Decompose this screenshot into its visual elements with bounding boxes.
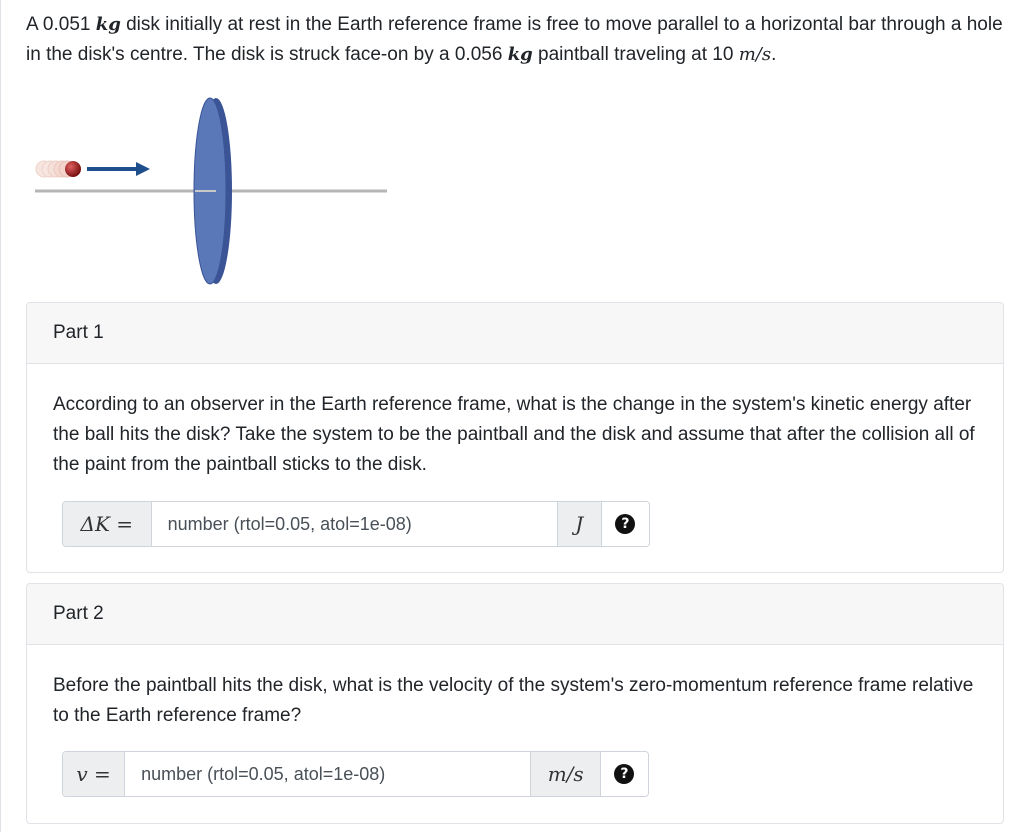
part-1-question: According to an observer in the Earth re… [53,394,975,475]
paintball-disk-figure [35,97,387,285]
intro-text-4: . [771,44,777,65]
delta-k-input[interactable] [151,502,557,546]
page-border [0,0,1,832]
paintball [65,161,81,177]
velocity-arrow-head [136,162,150,176]
delta-k-label: ΔK = [63,502,152,546]
unit-meters-per-second: m/s [530,752,600,796]
question-mark-icon: ? [614,764,635,784]
velocity-input[interactable] [125,752,531,796]
intro-text-1: A 0.051 [26,14,96,35]
part-2-card: Part 2 Before the paintball hits the dis… [26,583,1004,824]
unit-kg: kg [507,44,533,65]
part-2-help-button[interactable]: ? [599,752,648,796]
part-2-question: Before the paintball hits the disk, what… [53,675,974,726]
intro-text-3: paintball traveling at 10 [532,44,739,65]
question-mark-icon: ? [615,514,636,534]
part-2-answer-group: v = m/s ? [62,751,649,797]
part-1-help-button[interactable]: ? [600,502,649,546]
part-1-card: Part 1 According to an observer in the E… [26,302,1004,573]
part-1-header: Part 1 [27,303,1003,364]
velocity-label: v = [63,752,126,796]
unit-joule: J [556,502,601,546]
problem-statement: A 0.051 kg disk initially at rest in the… [26,10,1016,70]
unit-mps: m/s [738,44,772,65]
unit-kg: kg [95,14,121,35]
part-1-answer-group: ΔK = J ? [62,501,650,547]
part-2-header: Part 2 [27,584,1003,645]
